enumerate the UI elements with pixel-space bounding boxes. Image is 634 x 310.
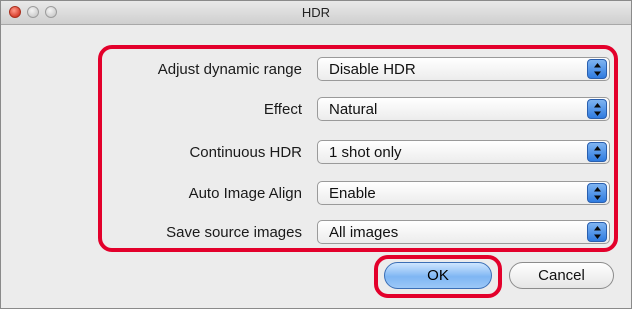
select-value: All images	[329, 224, 399, 241]
hdr-dialog: HDR Adjust dynamic range Disable HDR Eff…	[0, 0, 632, 309]
ok-button[interactable]: OK	[384, 262, 492, 289]
select-value: Disable HDR	[329, 61, 416, 78]
setting-label: Save source images	[166, 224, 302, 241]
setting-row-continuous-hdr: Continuous HDR 1 shot only	[1, 139, 634, 165]
select-value: 1 shot only	[329, 144, 402, 161]
setting-label: Adjust dynamic range	[157, 61, 302, 78]
setting-row-effect: Effect Natural	[1, 96, 634, 122]
effect-select[interactable]: Natural	[317, 97, 610, 121]
select-value: Enable	[329, 185, 376, 202]
setting-row-adjust-dynamic-range: Adjust dynamic range Disable HDR	[1, 56, 634, 82]
up-down-arrows-icon[interactable]	[587, 59, 607, 79]
auto-image-align-select[interactable]: Enable	[317, 181, 610, 205]
select-value: Natural	[329, 101, 378, 118]
window-title: HDR	[301, 5, 331, 20]
save-source-images-select[interactable]: All images	[317, 220, 610, 244]
setting-row-auto-image-align: Auto Image Align Enable	[1, 180, 634, 206]
adjust-dynamic-range-select[interactable]: Disable HDR	[317, 57, 610, 81]
continuous-hdr-select[interactable]: 1 shot only	[317, 140, 610, 164]
up-down-arrows-icon[interactable]	[587, 183, 607, 203]
setting-label: Effect	[263, 101, 302, 118]
cancel-button[interactable]: Cancel	[509, 262, 614, 289]
up-down-arrows-icon[interactable]	[587, 222, 607, 242]
up-down-arrows-icon[interactable]	[587, 142, 607, 162]
setting-label: Continuous HDR	[189, 144, 302, 161]
setting-label: Auto Image Align	[188, 185, 302, 202]
title-bar[interactable]: HDR	[1, 1, 631, 25]
up-down-arrows-icon[interactable]	[587, 99, 607, 119]
setting-row-save-source-images: Save source images All images	[1, 219, 634, 245]
